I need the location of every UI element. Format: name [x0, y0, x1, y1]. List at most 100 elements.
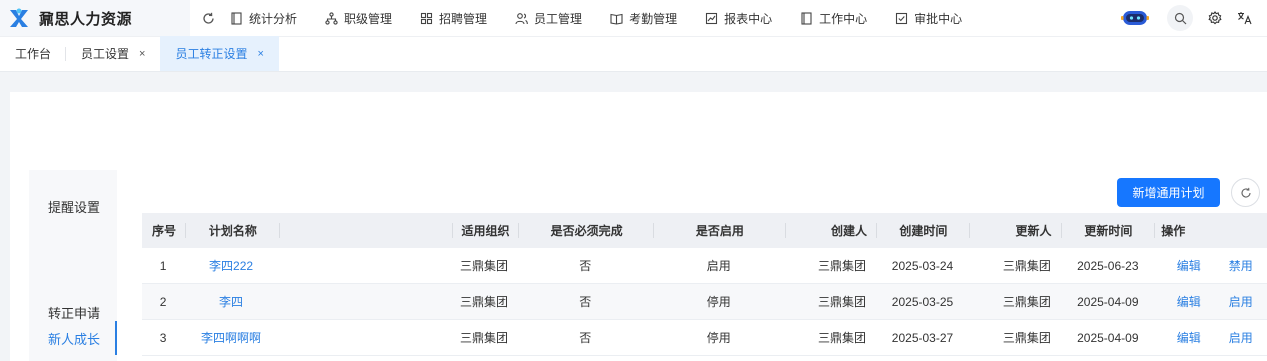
col-name: 计划名称	[186, 213, 280, 248]
cell-creator: 三鼎集团	[818, 295, 867, 309]
tab-employee-settings[interactable]: 员工设置 ×	[66, 36, 160, 71]
table-row: 3 李四啊啊啊 三鼎集团 否 停用 三鼎集团 2025-03-27 三鼎集团 2…	[142, 320, 1267, 356]
ai-assistant-icon[interactable]	[1121, 10, 1149, 26]
book-icon	[610, 13, 623, 25]
search-icon	[1174, 12, 1186, 24]
tab-probation-settings[interactable]: 员工转正设置 ×	[160, 36, 279, 71]
cell-enabled: 启用	[706, 259, 731, 273]
nav-item-attendance[interactable]: 考勤管理	[610, 0, 677, 36]
table-header: 序号 计划名称 适用组织 是否必须完成 是否启用 创建人 创建时间 更新人 更新…	[142, 213, 1267, 248]
settings-side-menu: 提醒设置 新人成长 转正申请	[29, 170, 117, 361]
cell-seq: 3	[159, 330, 167, 345]
plan-table: 序号 计划名称 适用组织 是否必须完成 是否启用 创建人 创建时间 更新人 更新…	[142, 213, 1267, 356]
nav-label: 招聘管理	[439, 11, 488, 26]
refresh-button[interactable]	[1231, 178, 1260, 207]
search-button[interactable]	[1167, 5, 1193, 31]
disable-button[interactable]: 禁用	[1229, 257, 1253, 274]
enable-button[interactable]: 启用	[1229, 329, 1253, 346]
col-seq: 序号	[142, 213, 186, 248]
edit-button[interactable]: 编辑	[1177, 293, 1201, 310]
users-icon	[515, 12, 528, 24]
edit-button[interactable]: 编辑	[1177, 257, 1201, 274]
cell-updater: 三鼎集团	[1002, 331, 1051, 345]
plan-name-link[interactable]: 李四222	[209, 257, 253, 274]
menu-label: 提醒设置	[48, 199, 101, 215]
cell-spacer	[278, 284, 452, 319]
settings-button[interactable]	[1207, 10, 1223, 26]
checkbox-icon	[896, 12, 908, 24]
nav-label: 统计分析	[249, 11, 298, 26]
top-right-tools	[1121, 0, 1267, 36]
nav-item-approval[interactable]: 审批中心	[895, 0, 962, 36]
cell-updated-time: 2025-04-09	[1077, 294, 1139, 309]
nav-label: 职级管理	[344, 11, 393, 26]
menu-item-reminder[interactable]: 提醒设置	[29, 186, 117, 226]
tab-label: 工作台	[15, 47, 52, 61]
cell-org: 三鼎集团	[460, 295, 509, 309]
cell-must-complete: 否	[579, 259, 592, 273]
tab-label: 员工设置	[81, 47, 130, 61]
gear-icon	[1208, 11, 1222, 25]
edit-button[interactable]: 编辑	[1177, 329, 1201, 346]
col-actions: 操作	[1161, 224, 1186, 238]
menu-label: 转正申请	[48, 305, 101, 321]
nav-label: 报表中心	[724, 11, 773, 26]
cell-creator: 三鼎集团	[818, 259, 867, 273]
cell-must-complete: 否	[579, 331, 592, 345]
nav-item-rank[interactable]: 职级管理	[325, 0, 392, 36]
main-nav: 统计分析 职级管理 招聘管理 员工管理 考勤管理 报表中心 工作中心 审批中心	[230, 0, 990, 36]
cell-created-time: 2025-03-27	[891, 330, 954, 345]
nav-item-workcenter[interactable]: 工作中心	[800, 0, 867, 36]
nav-item-employees[interactable]: 员工管理	[515, 0, 582, 36]
nav-label: 考勤管理	[629, 11, 678, 26]
cell-org: 三鼎集团	[460, 331, 509, 345]
table-row: 2 李四 三鼎集团 否 停用 三鼎集团 2025-03-25 三鼎集团 2025…	[142, 284, 1267, 320]
tab-label: 员工转正设置	[175, 47, 248, 61]
col-enabled: 是否启用	[654, 213, 787, 248]
refresh-icon[interactable]	[200, 10, 216, 26]
cell-updated-time: 2025-06-23	[1077, 258, 1139, 273]
close-icon[interactable]: ×	[139, 48, 145, 60]
cell-created-time: 2025-03-25	[891, 294, 954, 309]
file-icon	[801, 11, 812, 25]
cell-spacer	[278, 248, 452, 283]
top-bar: 鼐思人力资源 统计分析 职级管理 招聘管理 员工管理 考勤管理 报表中心 工作中…	[0, 0, 1267, 36]
org-tree-icon	[325, 11, 338, 25]
nav-label: 员工管理	[534, 11, 583, 26]
enable-button[interactable]: 启用	[1229, 293, 1253, 310]
cell-creator: 三鼎集团	[818, 331, 867, 345]
cell-enabled: 停用	[706, 331, 731, 345]
logo-icon	[10, 8, 28, 27]
cell-must-complete: 否	[579, 295, 592, 309]
col-must-complete: 是否必须完成	[519, 213, 654, 248]
col-creator: 创建人	[786, 213, 877, 248]
chart-icon	[706, 12, 718, 24]
nav-item-statistics[interactable]: 统计分析	[230, 0, 297, 36]
nav-label: 工作中心	[819, 11, 868, 26]
plan-name-link[interactable]: 李四	[219, 293, 243, 310]
nav-item-reports[interactable]: 报表中心	[705, 0, 772, 36]
col-spacer	[280, 213, 454, 248]
cell-spacer	[278, 320, 452, 355]
brand-name: 鼐思人力资源	[39, 10, 133, 28]
cell-updater: 三鼎集团	[1002, 259, 1051, 273]
col-org: 适用组织	[453, 213, 520, 248]
menu-item-probation-apply[interactable]: 转正申请	[29, 292, 117, 332]
col-created-time: 创建时间	[877, 213, 970, 248]
close-icon[interactable]: ×	[257, 48, 263, 60]
logo-area: 鼐思人力资源	[0, 0, 190, 36]
tab-workbench[interactable]: 工作台	[0, 36, 67, 71]
cell-seq: 2	[159, 294, 167, 309]
tabs-bar: 工作台 员工设置 × 员工转正设置 ×	[0, 36, 1267, 72]
cell-org: 三鼎集团	[460, 259, 509, 273]
add-general-plan-button[interactable]: 新增通用计划	[1117, 178, 1220, 207]
cell-enabled: 停用	[706, 295, 731, 309]
table-row: 1 李四222 三鼎集团 否 启用 三鼎集团 2025-03-24 三鼎集团 2…	[142, 248, 1267, 284]
plan-name-link[interactable]: 李四啊啊啊	[201, 329, 261, 346]
cell-updated-time: 2025-04-09	[1077, 330, 1139, 345]
refresh-icon	[1240, 187, 1251, 198]
cell-updater: 三鼎集团	[1002, 295, 1051, 309]
language-button[interactable]	[1237, 10, 1253, 26]
nav-item-recruit[interactable]: 招聘管理	[420, 0, 487, 36]
cell-seq: 1	[159, 258, 167, 273]
